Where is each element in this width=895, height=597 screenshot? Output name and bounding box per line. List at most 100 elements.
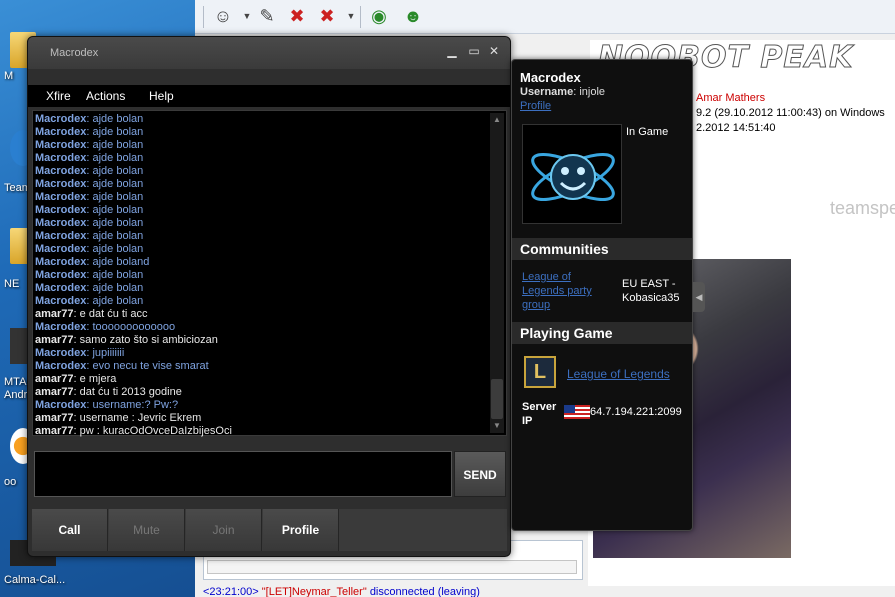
close-icon[interactable]: ✕ xyxy=(486,43,502,59)
profile-link[interactable]: Profile xyxy=(520,100,551,112)
message-text: jupiiiiiii xyxy=(92,347,125,359)
profile-button[interactable]: Profile xyxy=(263,509,339,551)
chat-log-line: <23:21:00> "[LET]Neymar_Teller" disconne… xyxy=(203,586,893,597)
info-line: Amar Mathers xyxy=(696,92,766,104)
message-text: dat ću ti 2013 godine xyxy=(79,386,182,398)
scroll-up-icon[interactable]: ▲ xyxy=(490,113,504,127)
avatar-smiley-icon xyxy=(531,152,615,202)
presence-status: In Game xyxy=(626,126,669,138)
message-sender: Macrodex xyxy=(35,282,87,294)
bookmark-icon[interactable]: ✎ xyxy=(255,4,279,28)
profile-username: Username: injole xyxy=(520,86,606,98)
message-sender: Macrodex xyxy=(35,217,87,229)
chat-message: Macrodex: jupiiiiiii xyxy=(35,347,125,359)
message-sender: Macrodex xyxy=(35,191,87,203)
message-sender: Macrodex xyxy=(35,165,87,177)
chat-message: Macrodex: username:? Pw:? xyxy=(35,399,179,411)
message-text: ajde bolan xyxy=(92,152,144,164)
message-text: ajde bolan xyxy=(92,126,144,138)
communities-header: Communities xyxy=(512,238,692,260)
community-link[interactable]: League of Legends party group xyxy=(522,270,612,312)
message-sender: Macrodex xyxy=(35,126,87,138)
server-ip-value: 64.7.194.221:2099 xyxy=(590,406,682,418)
message-text: ajde bolan xyxy=(92,282,144,294)
message-text: ajde bolan xyxy=(92,165,144,177)
log-event: disconnected (leaving) xyxy=(369,586,480,597)
message-composer: SEND xyxy=(34,451,506,501)
message-text: tooooooooooooo xyxy=(92,321,176,333)
chat-window: Macrodex ▁ ▭ ✕ Xfire Actions Help ▲ ▼ Ma… xyxy=(27,36,511,557)
message-sender: Macrodex xyxy=(35,230,87,242)
away-icon[interactable]: ◉ xyxy=(367,4,391,28)
chat-message: Macrodex: ajde bolan xyxy=(35,165,144,177)
log-time: <23:21:00> xyxy=(203,586,259,597)
chat-message: Macrodex: ajde bolan xyxy=(35,243,144,255)
chat-history[interactable]: ▲ ▼ Macrodex: ajde bolan Macrodex: ajde b… xyxy=(32,110,507,437)
message-text: pw : kuracOdOvceDaIzbijesOci xyxy=(79,425,232,437)
chat-message: Macrodex: ajde bolan xyxy=(35,126,144,138)
message-input[interactable] xyxy=(34,451,452,497)
message-text: e mjera xyxy=(79,373,117,385)
menu-actions[interactable]: Actions xyxy=(86,89,125,103)
avatar xyxy=(522,124,622,224)
message-sender: Macrodex xyxy=(35,139,87,151)
window-title: Macrodex xyxy=(50,47,99,59)
info-line: 2.2012 14:51:40 xyxy=(696,122,776,134)
chat-message: amar77: e mjera xyxy=(35,373,117,385)
message-text: ajde bolan xyxy=(92,295,144,307)
title-bar[interactable]: Macrodex ▁ ▭ ✕ xyxy=(28,37,510,69)
flag-canton xyxy=(564,405,575,413)
menu-xfire[interactable]: Xfire xyxy=(46,89,71,103)
chat-message: amar77: pw : kuracOdOvceDaIzbijesOci xyxy=(35,425,232,437)
message-sender: Macrodex xyxy=(35,178,87,190)
connect-icon[interactable]: ☺ xyxy=(211,4,235,28)
menu-help[interactable]: Help xyxy=(149,89,174,103)
teamspeak-toolbar: ☺ ▼ ✎ ✖ ✖ ▼ ◉ ☻ xyxy=(195,0,895,34)
horizontal-scrollbar[interactable] xyxy=(207,560,577,574)
chat-message: Macrodex: ajde bolan xyxy=(35,230,144,242)
join-button[interactable]: Join xyxy=(186,509,262,551)
community-region: EU EAST - Kobasica35 xyxy=(622,278,680,304)
server-ip-label: Server IP xyxy=(522,401,557,427)
profile-panel: Macrodex Username: injole Profile In Gam… xyxy=(511,59,693,531)
message-text: username:? Pw:? xyxy=(92,399,179,411)
toolbar-separator xyxy=(203,6,204,28)
message-sender: Macrodex xyxy=(35,269,87,281)
identity-icon[interactable]: ☻ xyxy=(401,4,425,28)
message-sender: amar77 xyxy=(35,334,74,346)
game-link[interactable]: League of Legends xyxy=(567,367,670,381)
message-text: samo zato što si ambiciozan xyxy=(79,334,218,346)
message-text: ajde bolan xyxy=(92,113,144,125)
chat-message: Macrodex: ajde bolan xyxy=(35,152,144,164)
scroll-thumb[interactable] xyxy=(491,379,503,419)
username-value: injole xyxy=(579,86,606,98)
disconnect-icon[interactable]: ✖ xyxy=(285,4,309,28)
message-sender: Macrodex xyxy=(35,152,87,164)
desktop-icon-label: M xyxy=(4,70,14,82)
message-text: ajde bolan xyxy=(92,230,144,242)
send-button[interactable]: SEND xyxy=(454,451,506,497)
us-flag-icon xyxy=(564,405,590,419)
chat-message: Macrodex: ajde bolan xyxy=(35,217,144,229)
message-sender: Macrodex xyxy=(35,360,87,372)
message-sender: Macrodex xyxy=(35,347,87,359)
maximize-icon[interactable]: ▭ xyxy=(466,43,482,59)
chat-message: amar77: samo zato što si ambiciozan xyxy=(35,334,218,346)
username-label: Username xyxy=(520,86,574,98)
message-text: e dat ću ti acc xyxy=(79,308,148,320)
mute-button[interactable]: Mute xyxy=(109,509,185,551)
league-of-legends-icon[interactable]: L xyxy=(524,356,556,388)
scroll-down-icon[interactable]: ▼ xyxy=(490,419,504,433)
desktop-icon-label: NE xyxy=(4,278,20,290)
playing-game-header: Playing Game xyxy=(512,322,692,344)
message-sender: Macrodex xyxy=(35,321,87,333)
vertical-scrollbar[interactable]: ▲ ▼ xyxy=(490,113,504,433)
mute-speakers-icon[interactable]: ✖ xyxy=(315,4,339,28)
teamspeak-watermark: teamspe xyxy=(830,198,895,218)
info-line: 9.2 (29.10.2012 11:00:43) on Windows xyxy=(696,107,885,119)
call-button[interactable]: Call xyxy=(32,509,108,551)
collapse-panel-icon[interactable]: ◀ xyxy=(693,282,705,312)
minimize-icon[interactable]: ▁ xyxy=(444,43,460,59)
message-text: evo necu te vise smarat xyxy=(92,360,209,372)
desktop-icon-label: Calma-Cal... xyxy=(4,574,66,586)
